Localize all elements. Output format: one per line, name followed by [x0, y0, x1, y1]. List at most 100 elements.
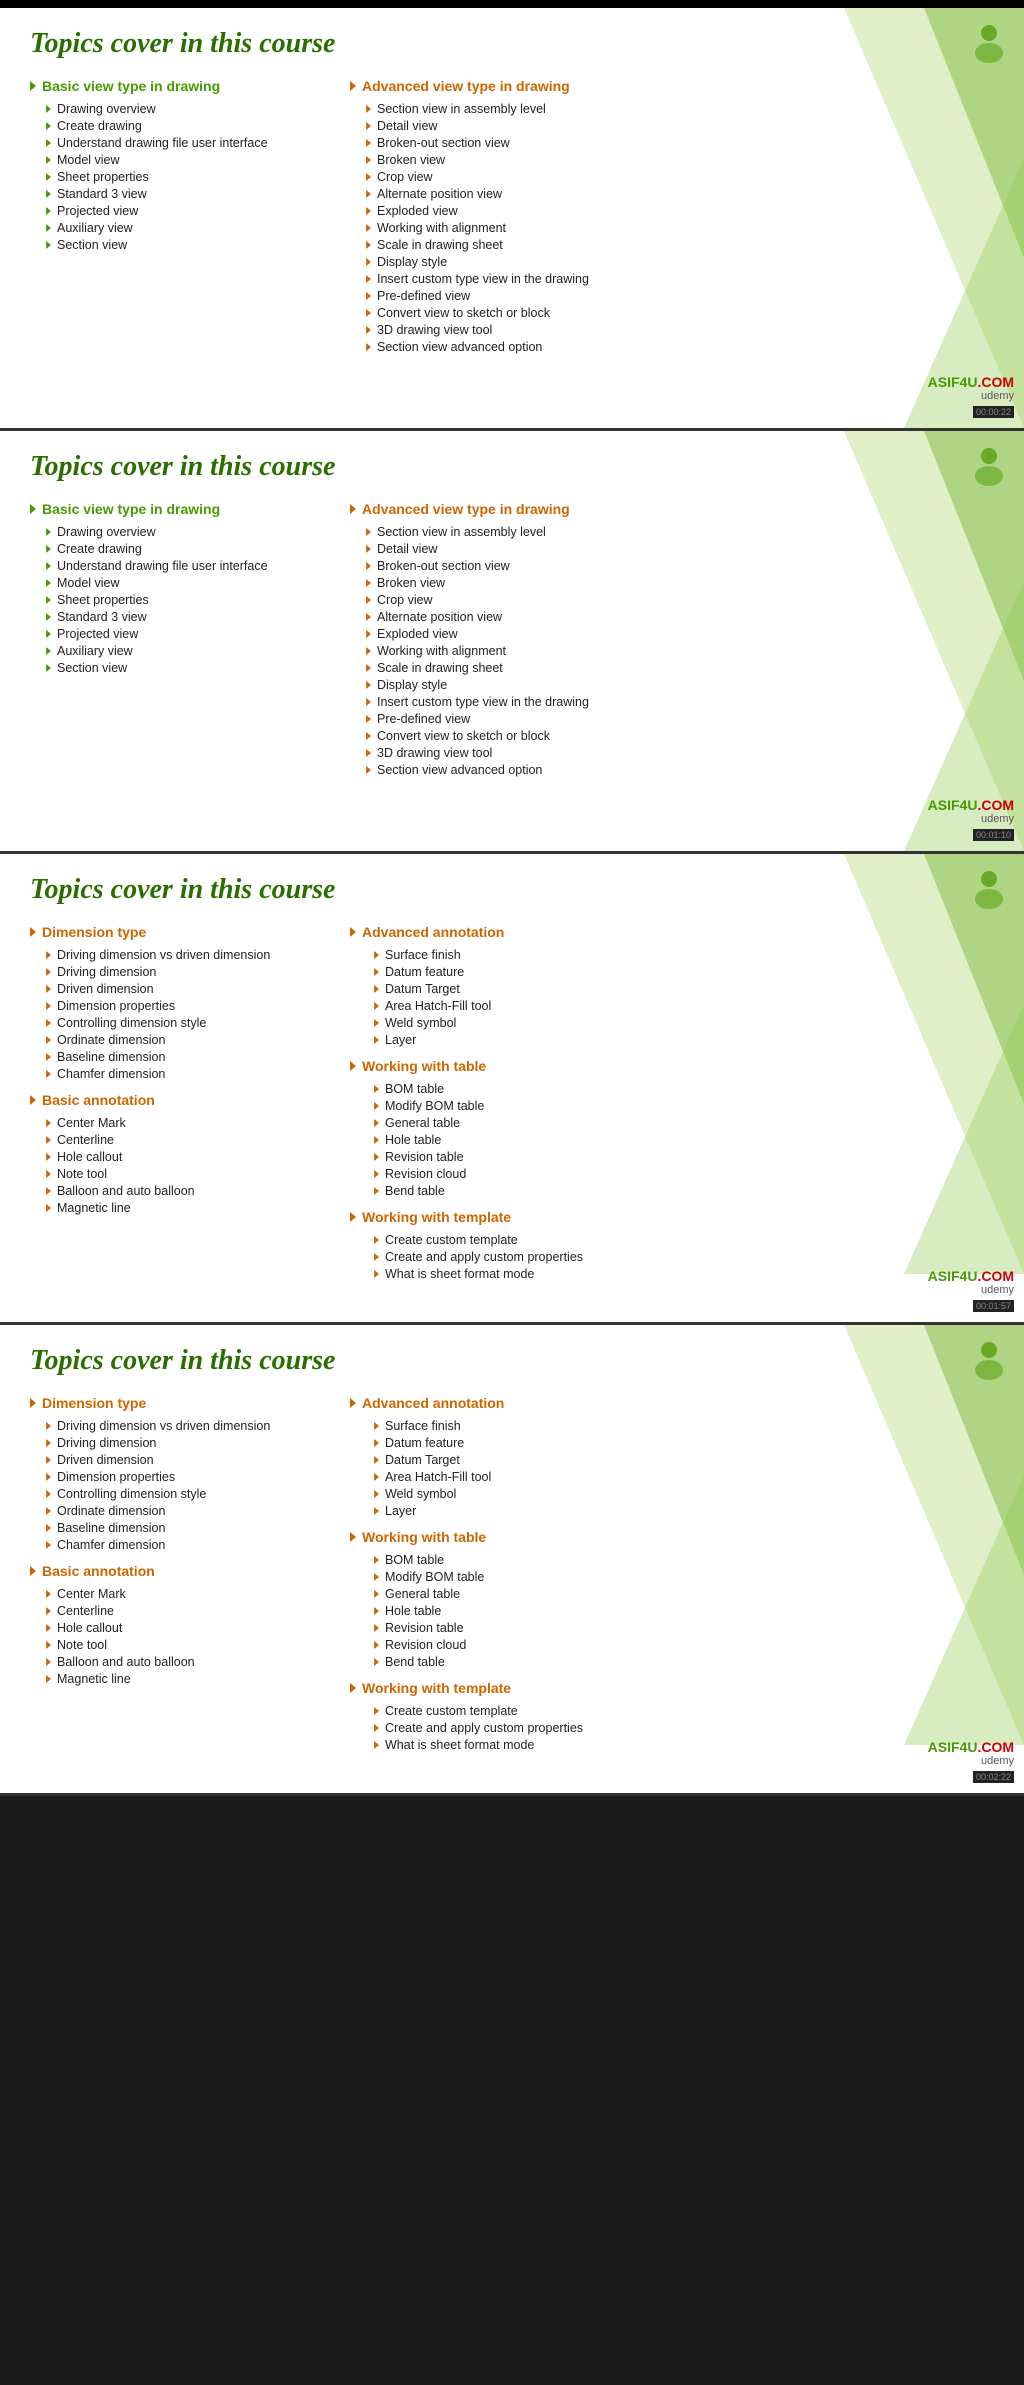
list-item: Create drawing: [46, 117, 330, 134]
list-item: Projected view: [46, 625, 330, 642]
list-item: Insert custom type view in the drawing: [366, 693, 994, 710]
list-item: Create drawing: [46, 540, 330, 557]
left-section-header: Basic view type in drawing: [30, 78, 330, 94]
list-item: Revision cloud: [366, 1636, 994, 1653]
left-section-header: Basic view type in drawing: [30, 501, 330, 517]
list-item: 3D drawing view tool: [366, 744, 994, 761]
list-item: Driven dimension: [46, 1451, 330, 1468]
list-item: Section view advanced option: [366, 761, 994, 778]
list-item: Centerline: [46, 1602, 330, 1619]
list-item: Create and apply custom properties: [366, 1248, 994, 1265]
right-topic-list: Surface finish Datum feature Datum Targe…: [350, 1417, 994, 1519]
list-item: Section view advanced option: [366, 338, 994, 355]
logo-icon: [964, 1335, 1014, 1385]
timestamp: 00:01:57: [973, 1300, 1014, 1312]
right-topic-list: Section view in assembly level Detail vi…: [350, 100, 994, 355]
list-item: Bend table: [366, 1182, 994, 1199]
logo-icon: [964, 18, 1014, 68]
branding: ASIF4U.COM udemy 00:01:57: [928, 1268, 1014, 1314]
list-item: Pre-defined view: [366, 710, 994, 727]
list-item: Datum feature: [366, 1434, 994, 1451]
list-item: Baseline dimension: [46, 1048, 330, 1065]
list-item: Create custom template: [366, 1702, 994, 1719]
left-column: Dimension type Driving dimension vs driv…: [30, 1395, 330, 1763]
list-item: Model view: [46, 151, 330, 168]
slide-title: Topics cover in this course: [30, 451, 994, 483]
list-item: Understand drawing file user interface: [46, 557, 330, 574]
list-item: Ordinate dimension: [46, 1031, 330, 1048]
list-item: Auxiliary view: [46, 642, 330, 659]
list-item: Standard 3 view: [46, 185, 330, 202]
list-item: Weld symbol: [366, 1014, 994, 1031]
list-item: General table: [366, 1585, 994, 1602]
left-column: Basic view type in drawing Drawing overv…: [30, 78, 330, 365]
right-section-header: Advanced annotation: [350, 1395, 994, 1411]
list-item: Convert view to sketch or block: [366, 304, 994, 321]
list-item: Driven dimension: [46, 980, 330, 997]
left-section-header: Dimension type: [30, 924, 330, 940]
list-item: Driving dimension: [46, 963, 330, 980]
list-item: Hole table: [366, 1131, 994, 1148]
right-section-header2: Working with table: [350, 1529, 994, 1545]
list-item: Revision table: [366, 1619, 994, 1636]
left-topic-list: Drawing overview Create drawing Understa…: [30, 523, 330, 676]
slide-title: Topics cover in this course: [30, 28, 994, 60]
right-section-header: Advanced annotation: [350, 924, 994, 940]
list-item: Note tool: [46, 1165, 330, 1182]
logo-icon: [964, 441, 1014, 491]
left-column: Basic view type in drawing Drawing overv…: [30, 501, 330, 788]
list-item: Baseline dimension: [46, 1519, 330, 1536]
list-item: Projected view: [46, 202, 330, 219]
list-item: Model view: [46, 574, 330, 591]
right-topic-list3: Create custom template Create and apply …: [350, 1702, 994, 1753]
list-item: 3D drawing view tool: [366, 321, 994, 338]
slide-slide4: Topics cover in this course Dimension ty…: [0, 1325, 1024, 1796]
list-item: Sheet properties: [46, 168, 330, 185]
file-info-bar: [0, 0, 1024, 8]
list-item: Balloon and auto balloon: [46, 1653, 330, 1670]
list-item: Chamfer dimension: [46, 1536, 330, 1553]
list-item: Datum Target: [366, 980, 994, 997]
list-item: Pre-defined view: [366, 287, 994, 304]
left-section-header: Dimension type: [30, 1395, 330, 1411]
list-item: Working with alignment: [366, 642, 994, 659]
list-item: Section view in assembly level: [366, 100, 994, 117]
timestamp: 00:00:22: [973, 406, 1014, 418]
right-column: Advanced annotation Surface finish Datum…: [350, 924, 994, 1292]
list-item: Convert view to sketch or block: [366, 727, 994, 744]
list-item: Drawing overview: [46, 523, 330, 540]
list-item: Note tool: [46, 1636, 330, 1653]
list-item: Section view: [46, 236, 330, 253]
left-topic-list: Driving dimension vs driven dimension Dr…: [30, 946, 330, 1082]
list-item: Understand drawing file user interface: [46, 134, 330, 151]
left-topic-list2: Center Mark Centerline Hole callout Note…: [30, 1585, 330, 1687]
list-item: Display style: [366, 676, 994, 693]
list-item: Dimension properties: [46, 997, 330, 1014]
branding: ASIF4U.COM udemy 00:00:22: [928, 374, 1014, 420]
list-item: Sheet properties: [46, 591, 330, 608]
right-column: Advanced view type in drawing Section vi…: [350, 78, 994, 365]
slide-title: Topics cover in this course: [30, 874, 994, 906]
branding: ASIF4U.COM udemy 00:01:10: [928, 797, 1014, 843]
logo-icon: [964, 864, 1014, 914]
list-item: Scale in drawing sheet: [366, 659, 994, 676]
slides-container: Topics cover in this course Basic view t…: [0, 8, 1024, 1796]
right-column: Advanced annotation Surface finish Datum…: [350, 1395, 994, 1763]
list-item: Surface finish: [366, 1417, 994, 1434]
right-section-header: Advanced view type in drawing: [350, 78, 994, 94]
list-item: Section view in assembly level: [366, 523, 994, 540]
list-item: General table: [366, 1114, 994, 1131]
list-item: Alternate position view: [366, 185, 994, 202]
list-item: Area Hatch-Fill tool: [366, 1468, 994, 1485]
list-item: Modify BOM table: [366, 1568, 994, 1585]
list-item: Drawing overview: [46, 100, 330, 117]
list-item: Ordinate dimension: [46, 1502, 330, 1519]
list-item: Datum feature: [366, 963, 994, 980]
right-section-header3: Working with template: [350, 1680, 994, 1696]
list-item: Hole callout: [46, 1148, 330, 1165]
right-topic-list2: BOM table Modify BOM table General table…: [350, 1080, 994, 1199]
list-item: Layer: [366, 1031, 994, 1048]
timestamp: 00:02:22: [973, 1771, 1014, 1783]
list-item: Working with alignment: [366, 219, 994, 236]
list-item: Insert custom type view in the drawing: [366, 270, 994, 287]
